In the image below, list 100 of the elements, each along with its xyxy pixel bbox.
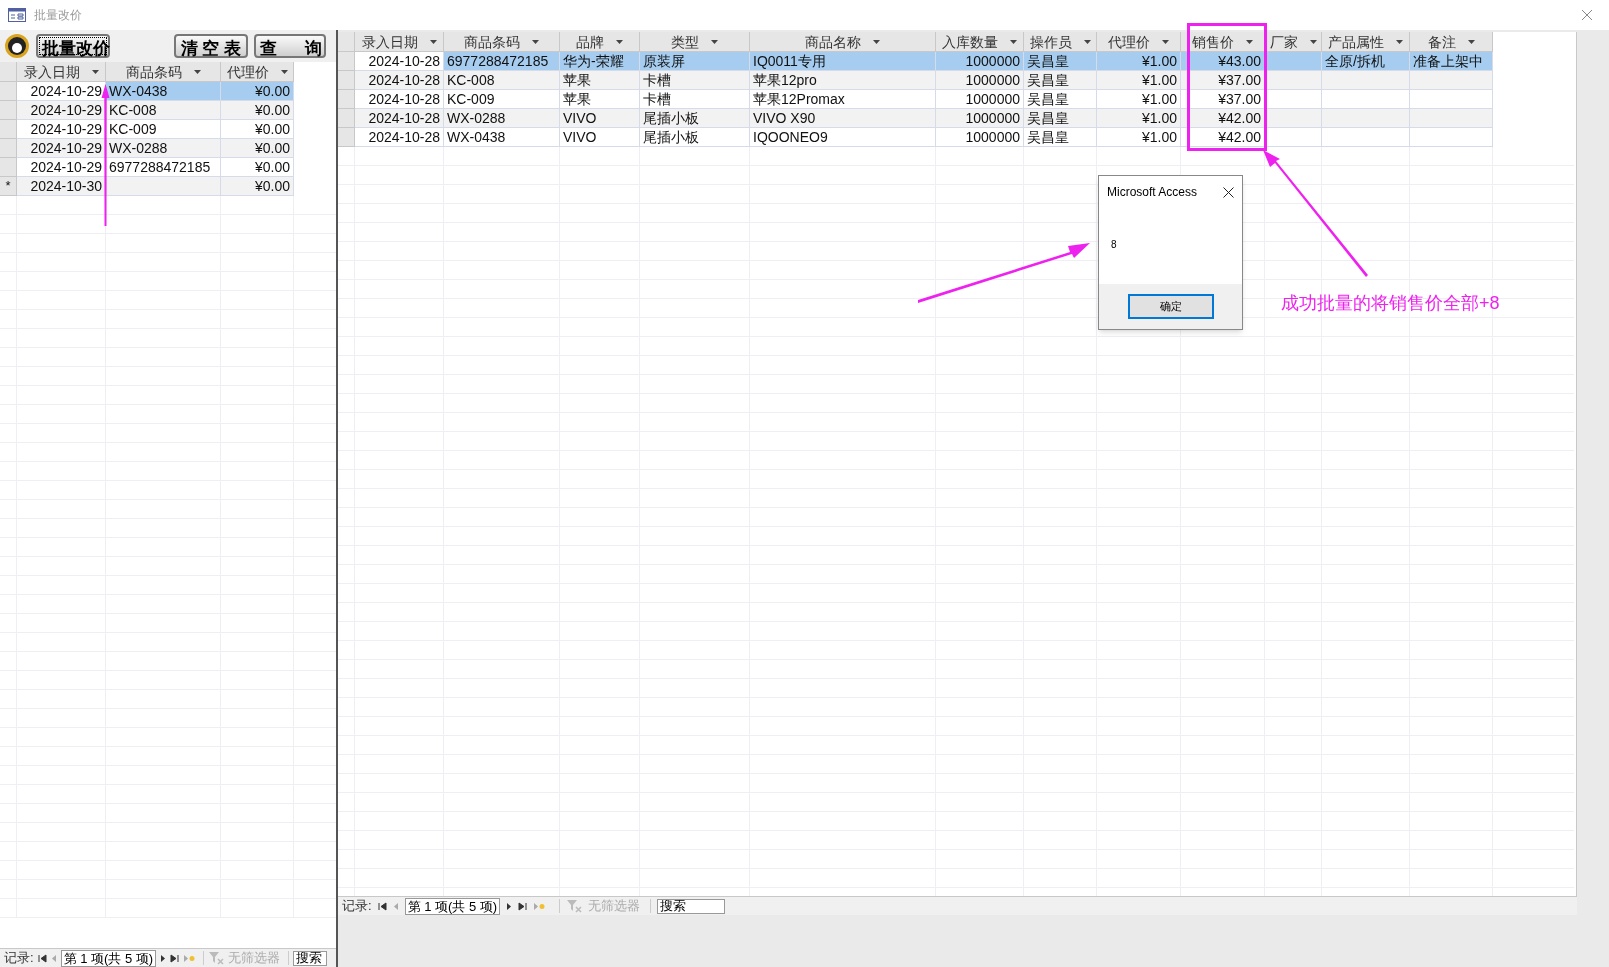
form-button[interactable]: 查 询 (254, 34, 326, 58)
table-cell: 尾插小板 (640, 128, 750, 147)
table-cell: 卡槽 (640, 71, 750, 90)
table-cell: 吴昌皇 (1024, 109, 1097, 128)
dropdown-caret-icon[interactable] (1010, 39, 1017, 44)
column-header[interactable]: 商品条码 (106, 62, 221, 82)
table-cell: 吴昌皇 (1024, 71, 1097, 90)
table-cell: ¥0.00 (221, 101, 294, 120)
table-cell: ¥0.00 (221, 158, 294, 177)
table-cell: ¥0.00 (221, 139, 294, 158)
dialog-title: Microsoft Access (1107, 184, 1198, 201)
dropdown-caret-icon[interactable] (873, 39, 880, 44)
dropdown-caret-icon[interactable] (1083, 39, 1091, 44)
table-cell: ¥0.00 (221, 120, 294, 139)
table-cell: 吴昌皇 (1024, 90, 1097, 109)
ok-button[interactable]: 确定 (1127, 294, 1214, 319)
table-cell: ¥1.00 (1097, 109, 1181, 128)
table-cell: KC-008 (444, 71, 560, 90)
table-cell (1265, 128, 1322, 147)
column-header[interactable]: 商品名称 (750, 32, 936, 52)
table-cell: 2024-10-29 (17, 139, 106, 158)
table-cell: KC-009 (106, 120, 221, 139)
column-header[interactable]: 入库数量 (936, 32, 1024, 52)
column-header[interactable]: 录入日期 (17, 62, 106, 82)
dropdown-caret-icon[interactable] (1309, 39, 1317, 44)
search-field[interactable]: 搜索 (657, 898, 726, 914)
table-cell: 吴昌皇 (1024, 128, 1097, 147)
table-cell: ¥1.00 (1097, 71, 1181, 90)
form-button[interactable]: 批量改价 (36, 34, 110, 58)
column-header[interactable]: 产品属性 (1322, 32, 1410, 52)
table-cell: 原装屏 (640, 52, 750, 71)
table-cell: VIVO (560, 128, 640, 147)
annotation-text: 成功批量的将销售价全部+8 (1281, 292, 1500, 315)
table-cell: 2024-10-28 (355, 109, 444, 128)
table-cell: 2024-10-30 (17, 177, 106, 196)
form-button[interactable]: 清 空 表 (174, 34, 248, 58)
table-cell: ¥0.00 (221, 82, 294, 101)
table-cell: KC-009 (444, 90, 560, 109)
row-selector[interactable]: * (0, 177, 17, 196)
table-cell: WX-0288 (106, 139, 221, 158)
column-header[interactable]: 类型 (640, 32, 750, 52)
column-header[interactable]: 代理价 (221, 62, 294, 82)
last-record-icon[interactable] (170, 953, 180, 963)
last-record-icon[interactable] (518, 901, 528, 911)
column-header[interactable]: 备注 (1410, 32, 1493, 52)
table-cell: 2024-10-29 (17, 101, 106, 120)
table-cell: IQOONEO9 (750, 128, 936, 147)
column-header[interactable]: 品牌 (560, 32, 640, 52)
table-cell: ¥0.00 (221, 177, 294, 196)
dropdown-caret-icon[interactable] (1246, 39, 1253, 44)
dropdown-caret-icon[interactable] (711, 39, 718, 44)
table-cell: 1000000 (936, 52, 1024, 71)
table-cell: VIVO (560, 109, 640, 128)
table-cell: 卡槽 (640, 90, 750, 109)
table-cell (1265, 109, 1322, 128)
dropdown-caret-icon[interactable] (91, 69, 99, 74)
record-position-field[interactable]: 第 1 项(共 5 项) (404, 897, 501, 915)
window-title: 批量改价 (34, 7, 82, 24)
table-cell: 2024-10-28 (355, 52, 444, 71)
search-field[interactable]: 搜索 (293, 950, 328, 966)
table-cell: 1000000 (936, 128, 1024, 147)
table-cell: ¥1.00 (1097, 128, 1181, 147)
column-header[interactable]: 录入日期 (355, 32, 444, 52)
column-header[interactable]: 厂家 (1265, 32, 1322, 52)
dropdown-caret-icon[interactable] (1467, 39, 1475, 44)
dropdown-caret-icon[interactable] (280, 69, 288, 74)
next-record-icon[interactable] (160, 953, 167, 963)
column-header[interactable]: 代理价 (1097, 32, 1181, 52)
record-label: 记录: (4, 949, 34, 967)
dropdown-caret-icon[interactable] (429, 39, 437, 44)
dropdown-caret-icon[interactable] (1396, 39, 1403, 44)
table-cell: 华为-荣耀 (560, 52, 640, 71)
record-label: 记录: (342, 897, 372, 915)
dropdown-caret-icon[interactable] (616, 39, 623, 44)
table-cell: 苹果12pro (750, 71, 936, 90)
column-header[interactable]: 销售价 (1181, 32, 1265, 52)
table-cell (1265, 71, 1322, 90)
close-icon[interactable] (1223, 186, 1234, 198)
first-record-icon[interactable] (37, 953, 47, 963)
table-cell: 2024-10-28 (355, 71, 444, 90)
table-cell: 1000000 (936, 109, 1024, 128)
dropdown-caret-icon[interactable] (532, 39, 539, 44)
table-cell: 苹果 (560, 71, 640, 90)
column-header[interactable]: 商品条码 (444, 32, 560, 52)
dialog-message: 8 (1111, 237, 1117, 252)
table-cell: ¥42.00 (1181, 109, 1265, 128)
dropdown-caret-icon[interactable] (193, 69, 201, 74)
first-record-icon[interactable] (377, 901, 387, 911)
table-cell: WX-0288 (444, 109, 560, 128)
ring-logo-icon (4, 33, 30, 59)
table-cell: KC-008 (106, 101, 221, 120)
table-cell: 6977288472185 (444, 52, 560, 71)
dropdown-caret-icon[interactable] (1162, 39, 1169, 44)
next-record-icon[interactable] (506, 901, 513, 911)
table-cell: 2024-10-28 (355, 90, 444, 109)
table-cell: VIVO X90 (750, 109, 936, 128)
table-cell: ¥1.00 (1097, 90, 1181, 109)
column-header[interactable]: 操作员 (1024, 32, 1097, 52)
record-position-field[interactable]: 第 1 项(共 5 项) (60, 949, 157, 967)
table-cell: ¥43.00 (1181, 52, 1265, 71)
